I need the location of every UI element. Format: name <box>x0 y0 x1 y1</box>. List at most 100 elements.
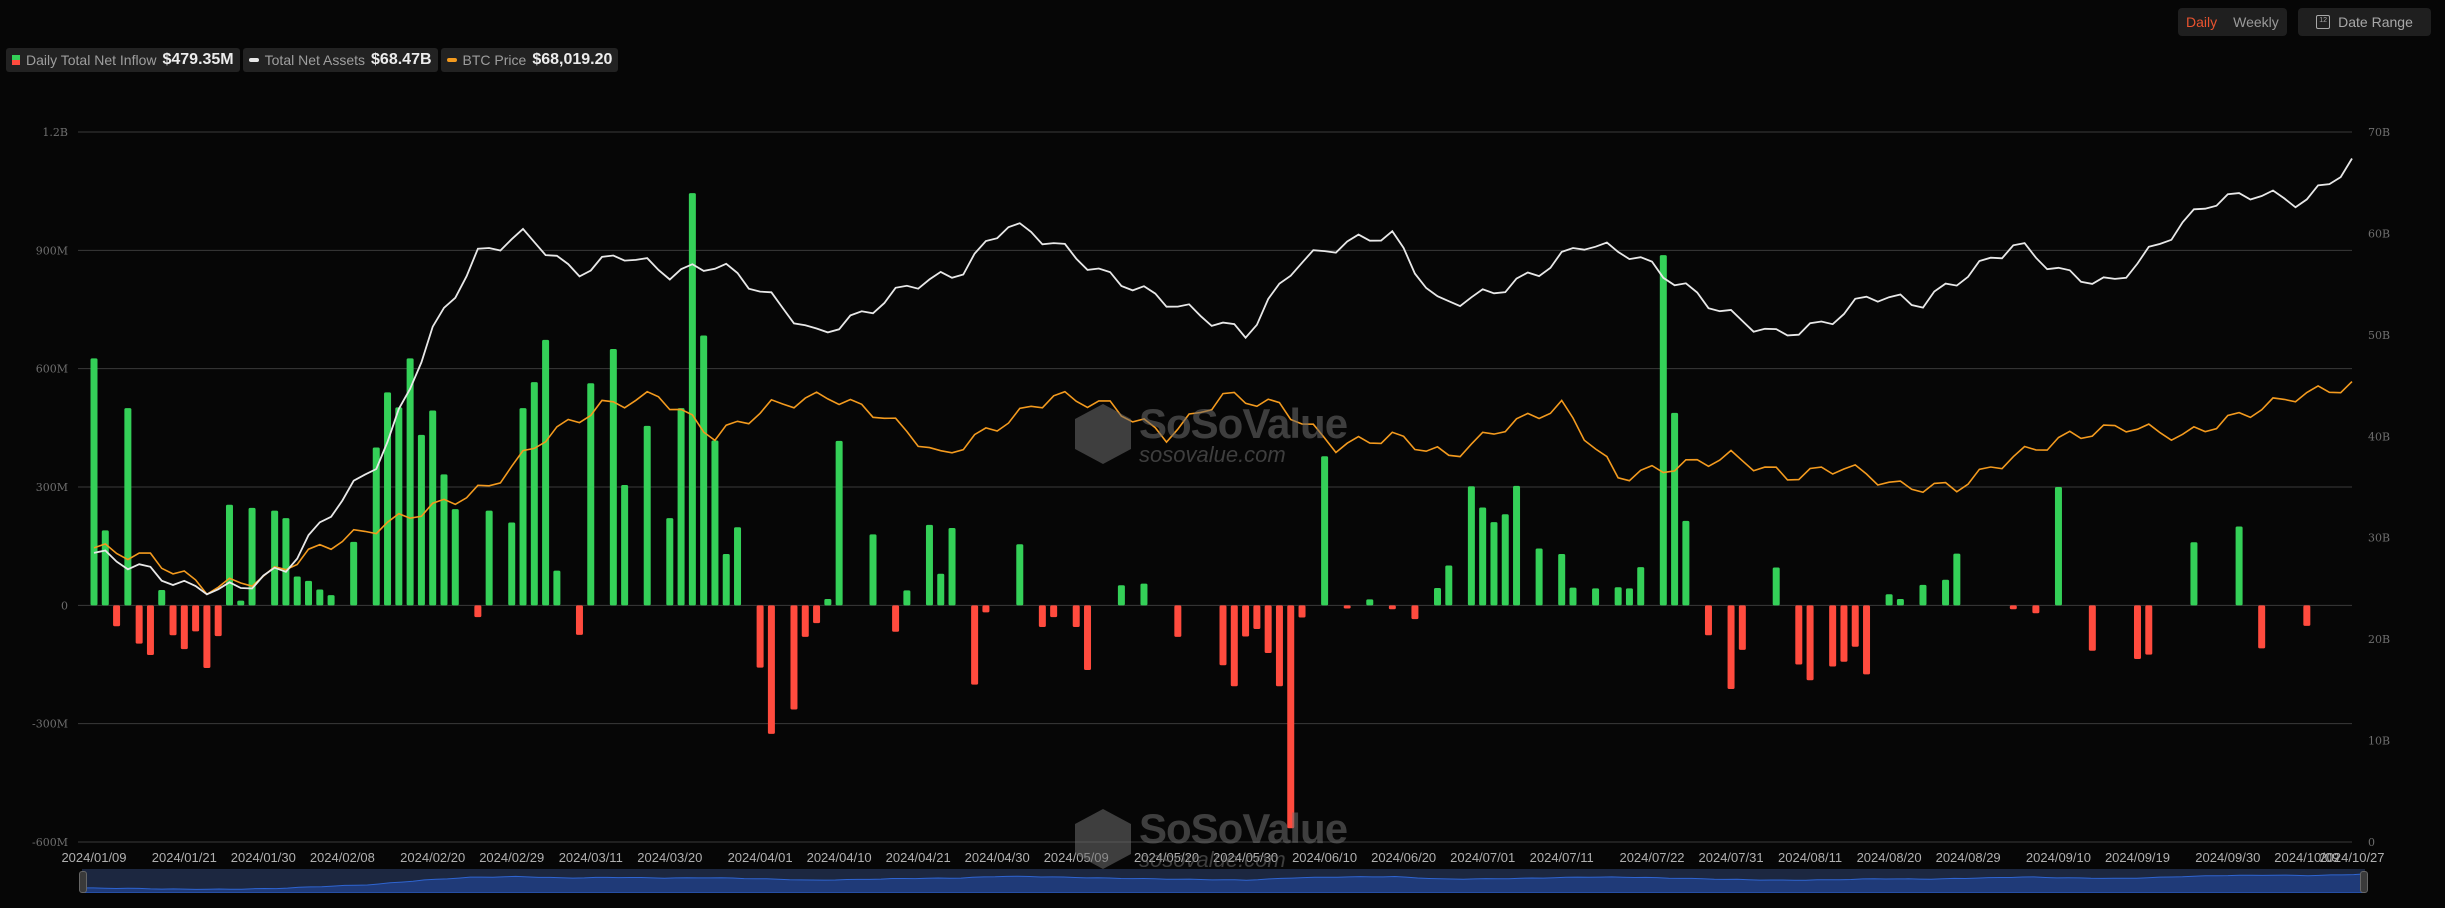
inflow-bar[interactable] <box>1016 544 1024 606</box>
inflow-bar[interactable] <box>1287 605 1295 829</box>
inflow-bar[interactable] <box>925 524 933 606</box>
inflow-bar[interactable] <box>1321 456 1329 606</box>
inflow-bar[interactable] <box>643 425 651 606</box>
navigator-right-handle[interactable] <box>2360 871 2368 893</box>
inflow-bar[interactable] <box>1671 412 1679 606</box>
inflow-bar[interactable] <box>1479 507 1487 606</box>
inflow-bar[interactable] <box>192 605 200 632</box>
inflow-bar[interactable] <box>530 382 538 606</box>
inflow-bar[interactable] <box>711 440 719 606</box>
inflow-bar[interactable] <box>1140 583 1148 606</box>
inflow-bar[interactable] <box>327 595 335 606</box>
inflow-bar[interactable] <box>101 530 109 606</box>
inflow-bar[interactable] <box>1535 548 1543 606</box>
inflow-bar[interactable] <box>158 589 166 606</box>
inflow-bar[interactable] <box>1863 605 1871 675</box>
inflow-bar[interactable] <box>903 590 911 606</box>
inflow-bar[interactable] <box>1851 605 1859 647</box>
inflow-bar[interactable] <box>677 408 685 606</box>
inflow-bar[interactable] <box>474 605 482 618</box>
inflow-bar[interactable] <box>1242 605 1250 637</box>
inflow-bar[interactable] <box>835 440 843 606</box>
inflow-bar[interactable] <box>1614 587 1622 606</box>
inflow-bar[interactable] <box>1806 605 1814 681</box>
inflow-bar[interactable] <box>1434 587 1442 606</box>
inflow-bar[interactable] <box>1625 588 1633 606</box>
inflow-bar[interactable] <box>1445 565 1453 606</box>
inflow-bar[interactable] <box>135 605 143 644</box>
inflow-bar[interactable] <box>1513 485 1521 606</box>
inflow-bar[interactable] <box>575 605 583 635</box>
inflow-bar[interactable] <box>384 392 392 606</box>
inflow-bar[interactable] <box>2009 605 2017 610</box>
inflow-bar[interactable] <box>1829 605 1837 667</box>
inflow-bar[interactable] <box>824 599 832 606</box>
inflow-bar[interactable] <box>1592 588 1600 606</box>
inflow-bar[interactable] <box>429 410 437 606</box>
inflow-bar[interactable] <box>395 407 403 606</box>
inflow-bar[interactable] <box>756 605 764 668</box>
inflow-bar[interactable] <box>1253 605 1261 629</box>
inflow-bar[interactable] <box>1840 605 1848 662</box>
inflow-bar[interactable] <box>214 605 222 637</box>
inflow-bar[interactable] <box>1738 605 1746 650</box>
inflow-bar[interactable] <box>293 576 301 606</box>
inflow-bar[interactable] <box>948 528 956 606</box>
inflow-bar[interactable] <box>700 335 708 606</box>
inflow-bar[interactable] <box>1659 255 1667 606</box>
inflow-bar[interactable] <box>2133 605 2141 659</box>
inflow-bar[interactable] <box>1084 605 1092 671</box>
inflow-bar[interactable] <box>1388 605 1396 610</box>
inflow-bar[interactable] <box>316 589 324 606</box>
inflow-bar[interactable] <box>869 534 877 606</box>
inflow-bar[interactable] <box>688 193 696 606</box>
inflow-bar[interactable] <box>417 434 425 606</box>
inflow-bar[interactable] <box>722 554 730 606</box>
inflow-bar[interactable] <box>2258 605 2266 649</box>
inflow-bar[interactable] <box>1772 567 1780 606</box>
inflow-bar[interactable] <box>1230 605 1238 687</box>
inflow-bar[interactable] <box>180 605 188 650</box>
inflow-bar[interactable] <box>225 504 233 606</box>
inflow-bar[interactable] <box>2235 526 2243 606</box>
inflow-bar[interactable] <box>1050 605 1058 618</box>
inflow-bar[interactable] <box>237 600 245 606</box>
inflow-bar[interactable] <box>2032 605 2040 614</box>
inflow-bar[interactable] <box>248 507 256 606</box>
inflow-bar[interactable] <box>1467 486 1475 606</box>
inflow-bar[interactable] <box>1682 520 1690 606</box>
inflow-bar[interactable] <box>1366 599 1374 606</box>
inflow-bar[interactable] <box>203 605 211 669</box>
inflow-bar[interactable] <box>1343 605 1351 609</box>
inflow-bar[interactable] <box>1896 599 1904 606</box>
inflow-bar[interactable] <box>1501 514 1509 606</box>
inflow-bar[interactable] <box>271 510 279 606</box>
inflow-bar[interactable] <box>440 474 448 606</box>
inflow-bar[interactable] <box>2054 487 2062 606</box>
inflow-bar[interactable] <box>1038 605 1046 628</box>
inflow-bar[interactable] <box>790 605 798 710</box>
inflow-bar[interactable] <box>1558 554 1566 606</box>
navigator-left-handle[interactable] <box>79 871 87 893</box>
inflow-bar[interactable] <box>1117 585 1125 606</box>
inflow-bar[interactable] <box>1219 605 1227 666</box>
inflow-bar[interactable] <box>146 605 154 656</box>
inflow-bar[interactable] <box>982 605 990 613</box>
inflow-bar[interactable] <box>937 573 945 606</box>
inflow-bar[interactable] <box>1264 605 1272 654</box>
inflow-bar[interactable] <box>451 509 459 606</box>
inflow-bar[interactable] <box>1174 605 1182 637</box>
inflow-bar[interactable] <box>406 358 414 606</box>
inflow-bar[interactable] <box>350 541 358 606</box>
inflow-bar[interactable] <box>971 605 979 685</box>
inflow-bar[interactable] <box>609 348 617 606</box>
inflow-bar[interactable] <box>553 570 561 606</box>
inflow-bar[interactable] <box>305 580 313 606</box>
inflow-bar[interactable] <box>767 605 775 734</box>
inflow-bar[interactable] <box>1942 579 1950 606</box>
inflow-bar[interactable] <box>621 485 629 606</box>
inflow-bar[interactable] <box>1490 522 1498 606</box>
inflow-bar[interactable] <box>485 510 493 606</box>
inflow-bar[interactable] <box>2088 605 2096 651</box>
inflow-bar[interactable] <box>542 339 550 606</box>
